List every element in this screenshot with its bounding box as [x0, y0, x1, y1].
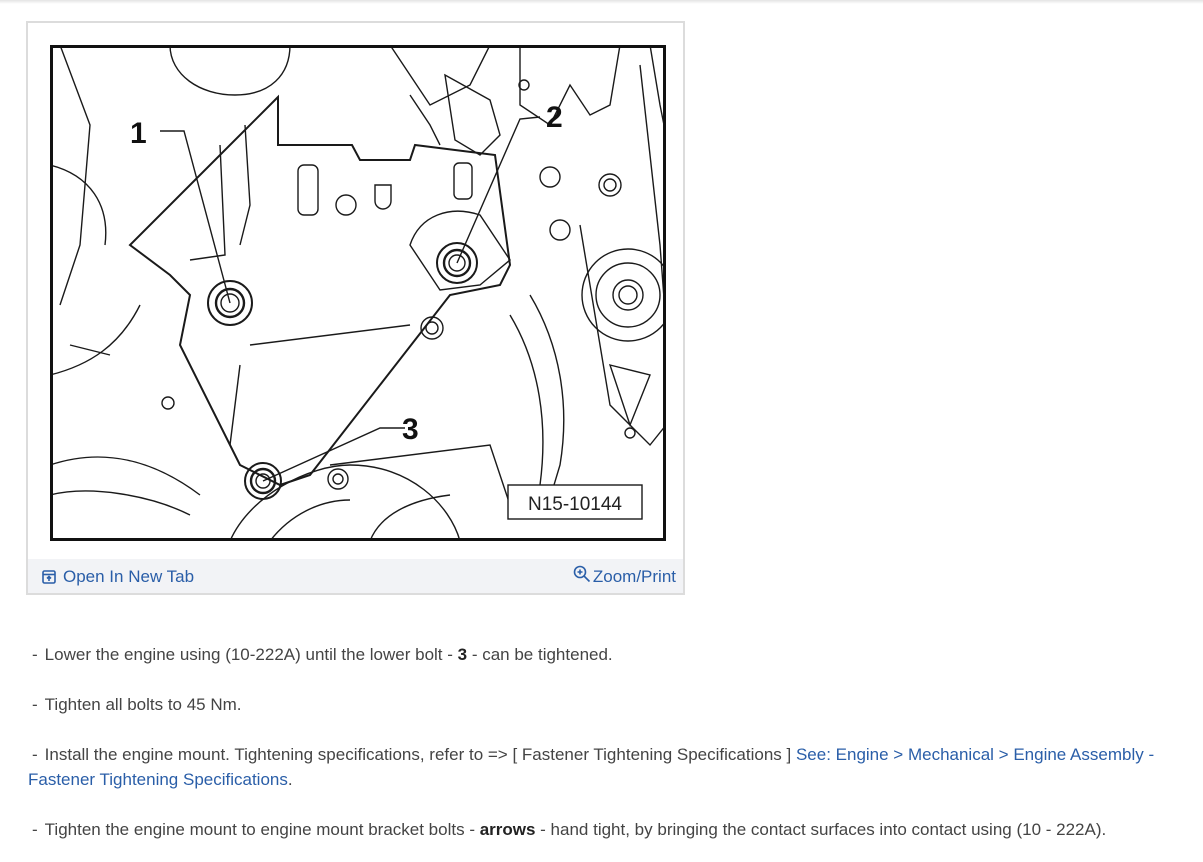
step-dash: - [32, 820, 38, 839]
callout-3: 3 [402, 413, 419, 446]
step-text-end: - can be tightened. [467, 645, 613, 664]
step-text: Lower the engine using (10-222A) until t… [44, 645, 458, 664]
step-text: Tighten all bolts to 45 Nm. [44, 695, 242, 714]
zoom-in-icon [573, 565, 591, 583]
zoom-print-link[interactable]: Zoom/Print [573, 565, 676, 587]
step-tighten-bolts: - Tighten all bolts to 45 Nm. [28, 692, 1200, 717]
step-lower-engine: - Lower the engine using (10-222A) until … [28, 642, 1200, 667]
open-in-new-tab-link[interactable]: Open In New Tab [42, 567, 194, 587]
top-shadow-bar [0, 0, 1203, 4]
figure-toolbar: Open In New Tab Zoom/Print [28, 559, 683, 593]
step-tighten-mount: - Tighten the engine mount to engine moun… [28, 817, 1200, 842]
arrows-label: arrows [479, 820, 536, 839]
step-install-mount: - Install the engine mount. Tightening sp… [28, 742, 1200, 792]
step-dash: - [32, 695, 38, 714]
step-text-end: - hand tight, by bringing the contact su… [535, 820, 1107, 839]
engine-mount-diagram: 1 2 3 N15-10144 [50, 45, 666, 541]
image-code-label: N15-10144 [528, 494, 622, 515]
callout-2: 2 [546, 101, 563, 134]
bolt-number: 3 [457, 645, 468, 664]
figure-panel: 1 2 3 N15-10144 Open In New Tab Zoom/Pri… [26, 21, 685, 595]
step-dash: - [32, 745, 38, 764]
zoom-print-label: Zoom/Print [592, 567, 676, 586]
step-dash: - [32, 645, 38, 664]
open-in-new-tab-icon [42, 570, 56, 584]
open-in-new-tab-label: Open In New Tab [63, 567, 195, 586]
callout-1: 1 [130, 117, 147, 150]
step-text: Install the engine mount. Tightening spe… [44, 745, 796, 764]
step-text: Tighten the engine mount to engine mount… [44, 820, 480, 839]
step-text-end: . [287, 770, 293, 789]
